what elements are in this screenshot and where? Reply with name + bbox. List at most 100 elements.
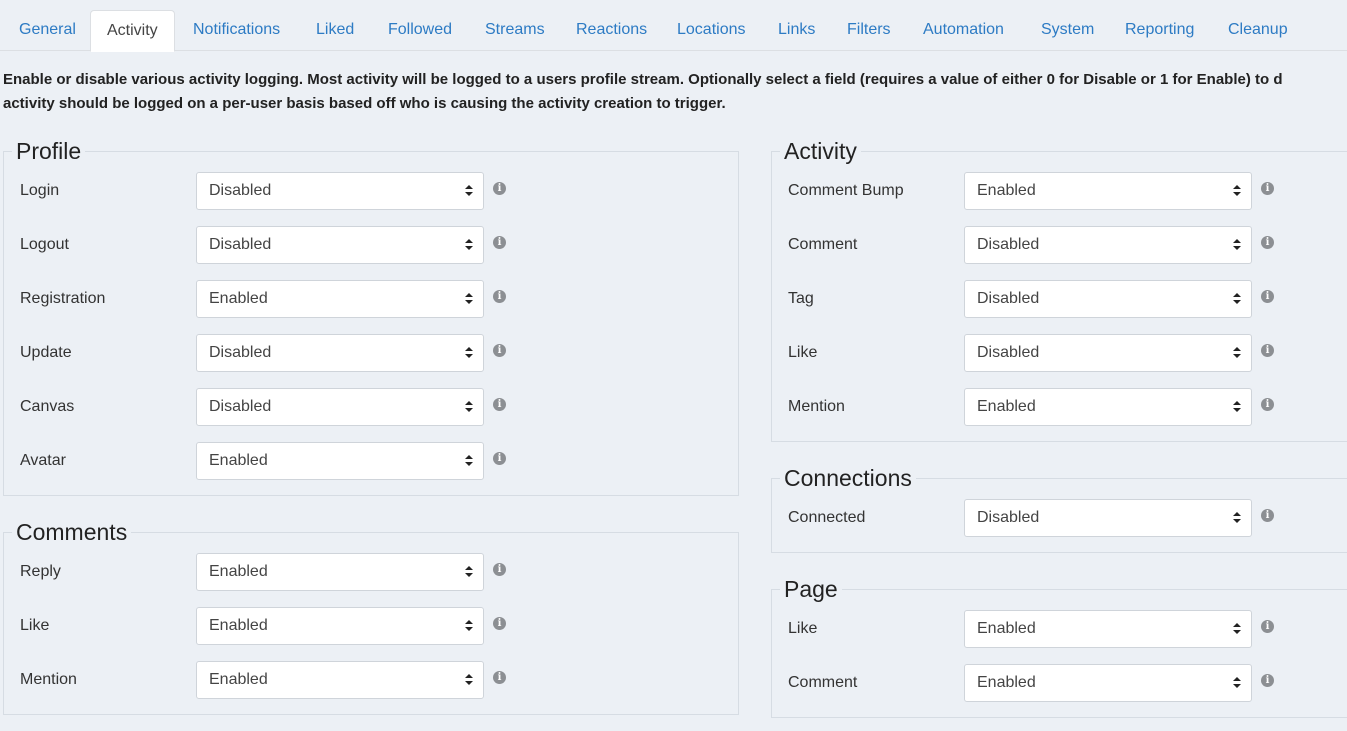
select-page-comment[interactable]: Enabled (964, 664, 1252, 702)
select-comments-mention[interactable]: Enabled (196, 661, 484, 699)
tab-notifications[interactable]: Notifications (177, 10, 296, 51)
tab-streams[interactable]: Streams (469, 10, 561, 51)
select-value: Disabled (209, 182, 272, 199)
select-value: Disabled (977, 290, 1040, 307)
info-icon[interactable]: i (493, 182, 506, 195)
select-caret-icon (1233, 185, 1241, 197)
info-icon[interactable]: i (493, 617, 506, 630)
setting-row: Canvas Disabled i (4, 388, 738, 426)
tab-liked[interactable]: Liked (300, 10, 370, 51)
info-icon[interactable]: i (493, 344, 506, 357)
select-page-like[interactable]: Enabled (964, 610, 1252, 648)
setting-label: Reply (20, 563, 61, 580)
select-activity-comment[interactable]: Disabled (964, 226, 1252, 264)
info-icon[interactable]: i (1261, 398, 1274, 411)
select-value: Enabled (209, 617, 268, 634)
select-profile-logout[interactable]: Disabled (196, 226, 484, 264)
info-icon[interactable]: i (493, 452, 506, 465)
info-icon[interactable]: i (493, 671, 506, 684)
setting-label: Avatar (20, 452, 66, 469)
select-value: Enabled (977, 620, 1036, 637)
select-caret-icon (465, 185, 473, 197)
section-title-profile: Profile (12, 137, 86, 165)
tab-cleanup[interactable]: Cleanup (1212, 10, 1304, 51)
select-comments-reply[interactable]: Enabled (196, 553, 484, 591)
select-activity-tag[interactable]: Disabled (964, 280, 1252, 318)
fieldset-page: Page Like Enabled i Comment Enabled i (771, 575, 1347, 718)
setting-row: Logout Disabled i (4, 226, 738, 264)
info-icon[interactable]: i (493, 398, 506, 411)
fieldset-comments: Comments Reply Enabled i Like Enabled i … (3, 518, 739, 715)
setting-row: Mention Enabled i (4, 661, 738, 699)
select-caret-icon (465, 566, 473, 578)
setting-label: Logout (20, 236, 69, 253)
setting-row: Reply Enabled i (4, 553, 738, 591)
tab-reporting[interactable]: Reporting (1109, 10, 1210, 51)
select-value: Disabled (209, 236, 272, 253)
info-icon[interactable]: i (493, 563, 506, 576)
info-icon[interactable]: i (1261, 236, 1274, 249)
info-icon[interactable]: i (1261, 509, 1274, 522)
info-icon[interactable]: i (1261, 290, 1274, 303)
select-caret-icon (465, 347, 473, 359)
description-line-2: activity should be logged on a per-user … (3, 95, 726, 112)
select-value: Enabled (209, 290, 268, 307)
select-comments-like[interactable]: Enabled (196, 607, 484, 645)
tab-automation[interactable]: Automation (907, 10, 1020, 51)
select-profile-login[interactable]: Disabled (196, 172, 484, 210)
select-connections-connected[interactable]: Disabled (964, 499, 1252, 537)
fieldset-activity: Activity Comment Bump Enabled i Comment … (771, 137, 1347, 442)
select-profile-canvas[interactable]: Disabled (196, 388, 484, 426)
setting-label: Update (20, 344, 72, 361)
tab-links[interactable]: Links (762, 10, 831, 51)
setting-label: Registration (20, 290, 106, 307)
select-profile-avatar[interactable]: Enabled (196, 442, 484, 480)
description-line-1: Enable or disable various activity loggi… (3, 71, 1283, 88)
select-value: Disabled (209, 344, 272, 361)
setting-label: Comment Bump (788, 182, 904, 199)
fieldset-connections: Connections Connected Disabled i (771, 464, 1347, 553)
select-caret-icon (1233, 347, 1241, 359)
setting-row: Update Disabled i (4, 334, 738, 372)
select-caret-icon (1233, 293, 1241, 305)
section-title-comments: Comments (12, 518, 132, 546)
setting-label: Canvas (20, 398, 75, 415)
setting-label: Comment (788, 236, 858, 253)
select-value: Disabled (977, 509, 1040, 526)
select-profile-update[interactable]: Disabled (196, 334, 484, 372)
settings-description: Enable or disable various activity loggi… (3, 68, 1347, 116)
fieldset-profile: Profile Login Disabled i Logout Disabled… (3, 137, 739, 496)
tab-filters[interactable]: Filters (831, 10, 907, 51)
tab-bar: General Activity Notifications Liked Fol… (0, 0, 1347, 52)
select-activity-like[interactable]: Disabled (964, 334, 1252, 372)
setting-row: Tag Disabled i (772, 280, 1347, 318)
select-profile-registration[interactable]: Enabled (196, 280, 484, 318)
select-caret-icon (1233, 623, 1241, 635)
select-activity-comment-bump[interactable]: Enabled (964, 172, 1252, 210)
tab-system[interactable]: System (1025, 10, 1110, 51)
info-icon[interactable]: i (1261, 674, 1274, 687)
tab-locations[interactable]: Locations (661, 10, 762, 51)
select-caret-icon (465, 239, 473, 251)
info-icon[interactable]: i (1261, 620, 1274, 633)
tab-general[interactable]: General (3, 10, 92, 51)
setting-label: Like (788, 620, 818, 637)
select-value: Disabled (209, 398, 272, 415)
info-icon[interactable]: i (1261, 344, 1274, 357)
setting-row: Comment Disabled i (772, 226, 1347, 264)
section-title-page: Page (780, 575, 842, 603)
info-icon[interactable]: i (493, 236, 506, 249)
tab-followed[interactable]: Followed (372, 10, 468, 51)
select-activity-mention[interactable]: Enabled (964, 388, 1252, 426)
info-icon[interactable]: i (1261, 182, 1274, 195)
select-caret-icon (1233, 239, 1241, 251)
info-icon[interactable]: i (493, 290, 506, 303)
select-value: Enabled (977, 674, 1036, 691)
setting-label: Like (20, 617, 50, 634)
select-caret-icon (465, 293, 473, 305)
select-caret-icon (1233, 401, 1241, 413)
setting-row: Registration Enabled i (4, 280, 738, 318)
tab-activity[interactable]: Activity (90, 10, 175, 52)
setting-row: Comment Bump Enabled i (772, 172, 1347, 210)
tab-reactions[interactable]: Reactions (560, 10, 663, 51)
